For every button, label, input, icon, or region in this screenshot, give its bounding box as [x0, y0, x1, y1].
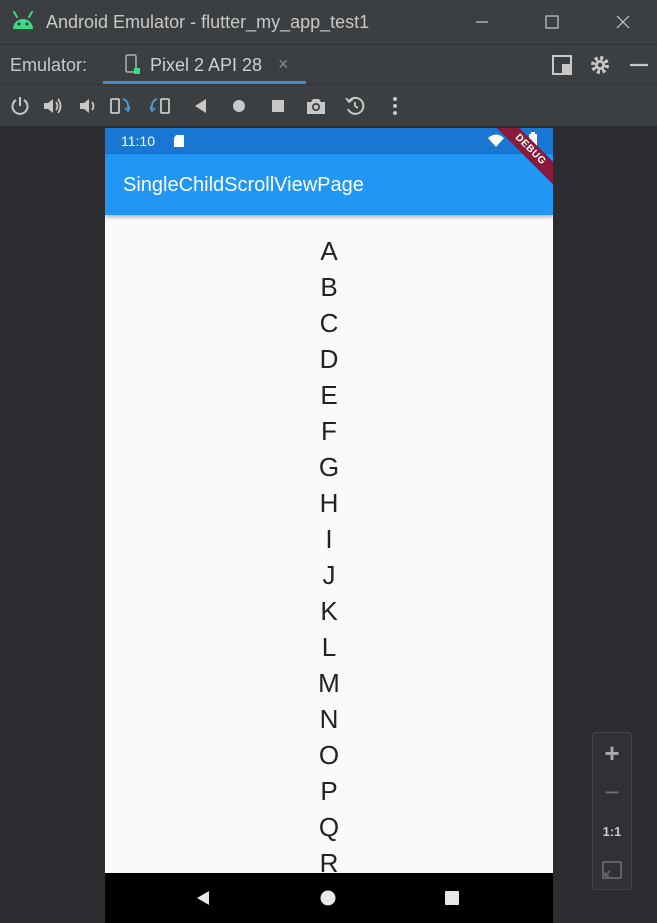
back-icon[interactable] — [190, 95, 212, 117]
android-icon — [13, 11, 33, 29]
list-item-letter: Q — [318, 812, 340, 842]
status-time: 11:10 — [121, 133, 155, 149]
rotate-left-icon[interactable] — [109, 95, 131, 117]
emulator-toolbar — [0, 84, 657, 126]
list-item-letter: I — [325, 524, 333, 554]
status-bar: 11:10 — [105, 128, 553, 154]
list-item-letter: K — [320, 596, 338, 626]
volume-up-icon[interactable] — [42, 95, 64, 117]
settings-icon[interactable] — [588, 53, 612, 77]
list-item-letter: A — [320, 236, 338, 266]
list-item-letter: H — [319, 488, 339, 518]
list-item-letter: N — [319, 704, 339, 734]
zoom-panel: + − 1:1 — [592, 732, 632, 890]
list-item-letter: C — [319, 308, 339, 338]
navigation-bar — [105, 873, 553, 923]
layout-icon[interactable] — [550, 53, 574, 77]
list-item-letter: E — [320, 380, 338, 410]
hide-icon[interactable] — [627, 53, 651, 77]
app-bar: SingleChildScrollViewPage — [105, 154, 553, 215]
close-button[interactable] — [598, 0, 648, 44]
more-icon[interactable] — [384, 95, 406, 117]
fit-screen-icon — [602, 861, 622, 879]
zoom-1-1-button[interactable]: 1:1 — [593, 815, 631, 847]
zoom-in-button[interactable]: + — [593, 737, 631, 769]
device-screen[interactable]: 11:10 SingleChildScrollViewPage DEBUG AB… — [105, 128, 553, 923]
list-item-letter: G — [318, 452, 340, 482]
app-title: SingleChildScrollViewPage — [123, 174, 364, 196]
list-item-letter: B — [320, 272, 338, 302]
screenshot-icon[interactable] — [305, 95, 327, 117]
maximize-icon — [545, 15, 559, 29]
window-title: Android Emulator - flutter_my_app_test1 — [46, 12, 370, 32]
nav-back-icon[interactable] — [194, 889, 212, 907]
list-item-letter: D — [319, 344, 339, 374]
minimize-icon — [476, 21, 488, 23]
rotate-right-icon[interactable] — [149, 95, 171, 117]
emulator-label: Emulator: — [10, 55, 88, 75]
tab-label: Pixel 2 API 28 — [150, 55, 263, 75]
list-item-letter: L — [321, 632, 337, 662]
emulator-tabbar: Emulator: Pixel 2 API 28 × — [0, 44, 657, 85]
zoom-out-button[interactable]: − — [593, 776, 631, 808]
device-icon — [125, 54, 140, 74]
list-item-letter: O — [318, 740, 340, 770]
overview-icon[interactable] — [267, 95, 289, 117]
power-icon[interactable] — [9, 95, 31, 117]
wifi-icon — [488, 134, 504, 147]
tab-pixel-2[interactable]: Pixel 2 API 28 × — [103, 45, 306, 85]
minimize-button[interactable] — [457, 0, 507, 44]
letter-list[interactable]: ABCDEFGHIJKLMNOPQR — [105, 233, 553, 881]
list-item-letter: M — [318, 668, 340, 698]
volume-down-icon[interactable] — [76, 95, 98, 117]
zoom-fit-button[interactable] — [593, 854, 631, 886]
list-item-letter: P — [320, 776, 338, 806]
maximize-button[interactable] — [527, 0, 577, 44]
nav-home-icon[interactable] — [319, 889, 337, 907]
snapshot-icon[interactable] — [344, 95, 366, 117]
list-item-letter: F — [321, 416, 337, 446]
nav-recents-icon[interactable] — [444, 890, 460, 906]
tab-close-icon[interactable]: × — [278, 54, 289, 75]
home-icon[interactable] — [228, 95, 250, 117]
close-icon — [616, 15, 630, 29]
list-item-letter: J — [322, 560, 336, 590]
window-titlebar: Android Emulator - flutter_my_app_test1 — [0, 0, 657, 44]
sd-card-icon — [174, 135, 184, 147]
